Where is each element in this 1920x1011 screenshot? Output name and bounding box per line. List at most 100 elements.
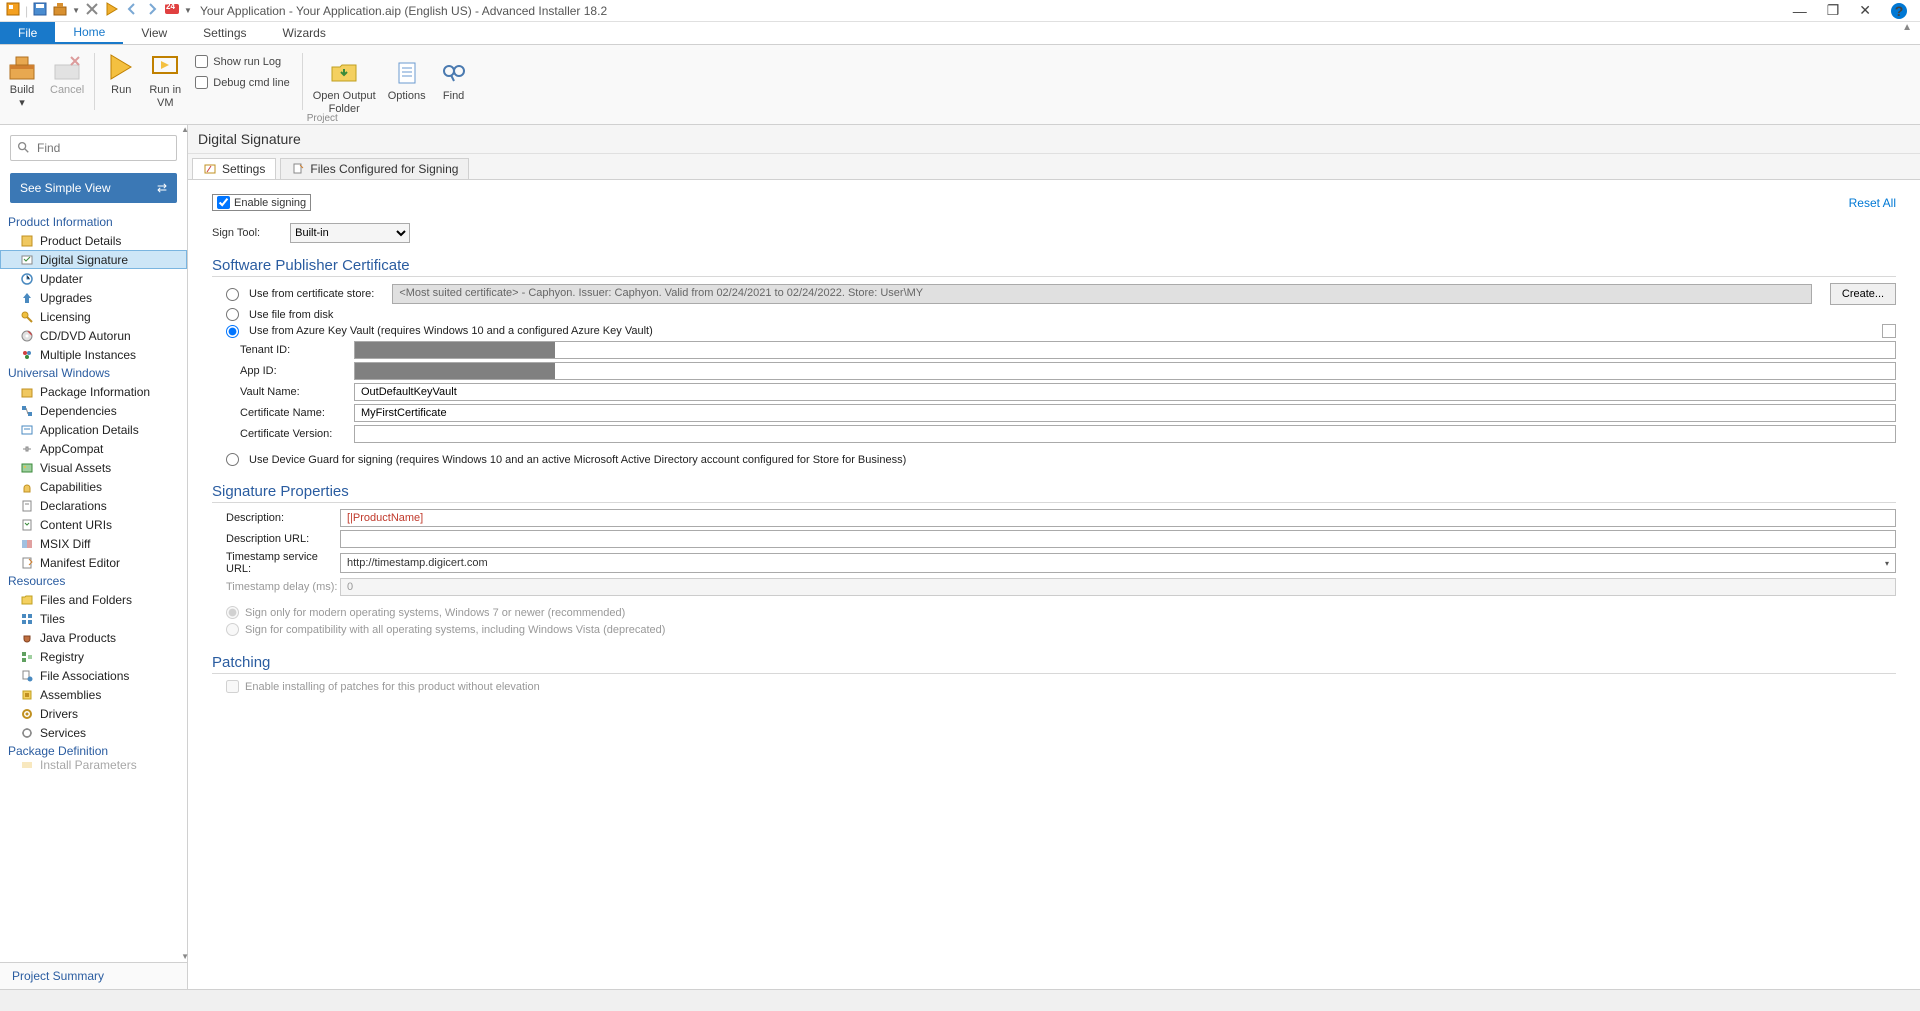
node-manifest-editor[interactable]: Manifest Editor — [0, 553, 187, 572]
run-button[interactable]: Run — [99, 49, 143, 99]
cert-name-label: Certificate Name: — [240, 407, 354, 419]
tab-files-configured[interactable]: Files Configured for Signing — [280, 158, 469, 179]
cancel-build-icon[interactable] — [84, 1, 100, 20]
run-in-vm-button[interactable]: Run in VM — [143, 49, 187, 112]
node-updater[interactable]: Updater — [0, 269, 187, 288]
tab-settings[interactable]: Settings — [192, 158, 276, 179]
close-button[interactable]: ✕ — [1859, 2, 1871, 19]
project-summary-button[interactable]: Project Summary — [0, 962, 187, 989]
cert-name-input[interactable] — [354, 404, 1896, 422]
back-icon[interactable] — [124, 1, 140, 20]
build-button[interactable]: Build▾ — [0, 49, 44, 112]
app-id-input[interactable] — [354, 362, 1896, 380]
menu-home[interactable]: Home — [55, 22, 123, 44]
node-services[interactable]: Services — [0, 723, 187, 742]
node-java-products[interactable]: Java Products — [0, 628, 187, 647]
node-appcompat[interactable]: AppCompat — [0, 439, 187, 458]
tenant-id-input[interactable] — [354, 341, 1896, 359]
timestamp-url-combo[interactable]: http://timestamp.digicert.com▾ — [340, 553, 1896, 573]
forward-icon[interactable] — [144, 1, 160, 20]
node-assemblies[interactable]: Assemblies — [0, 685, 187, 704]
node-package-info[interactable]: Package Information — [0, 382, 187, 401]
qat-more-icon[interactable]: ▼ — [184, 6, 192, 15]
run-icon[interactable] — [104, 1, 120, 20]
node-app-details[interactable]: Application Details — [0, 420, 187, 439]
section-universal: Universal Windows — [0, 364, 187, 382]
options-button[interactable]: Options — [382, 55, 432, 118]
statusbar — [0, 989, 1920, 1011]
create-cert-button[interactable]: Create... — [1830, 283, 1896, 305]
vault-name-input[interactable] — [354, 383, 1896, 401]
radio-cert-store[interactable] — [226, 288, 239, 301]
node-capabilities[interactable]: Capabilities — [0, 477, 187, 496]
ribbon-collapse-icon[interactable]: ▲ — [1902, 22, 1912, 33]
azure-expand-box[interactable] — [1882, 324, 1896, 338]
node-digital-signature[interactable]: Digital Signature — [0, 250, 187, 269]
debug-cmd-checkbox[interactable]: Debug cmd line — [195, 76, 289, 89]
nav-tree: Product Information Product Details Digi… — [0, 209, 187, 962]
scroll-up-icon[interactable]: ▲ — [181, 125, 189, 134]
node-tiles[interactable]: Tiles — [0, 609, 187, 628]
menu-file[interactable]: File — [0, 22, 55, 44]
section-certificate: Software Publisher Certificate — [212, 257, 1896, 277]
menu-view[interactable]: View — [123, 22, 185, 44]
window-title: Your Application - Your Application.aip … — [200, 4, 1793, 18]
titlebar: | ▼ 24 ▼ Your Application - Your Applica… — [0, 0, 1920, 22]
patching-checkbox — [226, 680, 239, 693]
node-visual-assets[interactable]: Visual Assets — [0, 458, 187, 477]
minimize-button[interactable]: — — [1793, 3, 1807, 19]
description-url-label: Description URL: — [226, 533, 340, 545]
enable-signing-checkbox[interactable]: Enable signing — [212, 194, 311, 211]
node-dependencies[interactable]: Dependencies — [0, 401, 187, 420]
cert-version-label: Certificate Version: — [240, 428, 354, 440]
cert-version-input[interactable] — [354, 425, 1896, 443]
node-product-details[interactable]: Product Details — [0, 231, 187, 250]
node-declarations[interactable]: Declarations — [0, 496, 187, 515]
cancel-button[interactable]: Cancel — [44, 49, 90, 99]
description-url-input[interactable] — [340, 530, 1896, 548]
sign-tool-label: Sign Tool: — [212, 227, 260, 239]
sign-tool-select[interactable]: Built-in — [290, 223, 410, 243]
radio-sign-compat — [226, 623, 239, 636]
form-area: Enable signing Reset All Sign Tool: Buil… — [188, 180, 1920, 989]
search-icon — [16, 140, 30, 157]
menu-wizards[interactable]: Wizards — [265, 22, 344, 44]
cert-store-combo[interactable]: <Most suited certificate> - Caphyon. Iss… — [392, 284, 1812, 304]
app-icon — [5, 1, 21, 20]
menu-settings[interactable]: Settings — [185, 22, 264, 44]
node-install-params[interactable]: Install Parameters — [0, 760, 187, 770]
reset-all-link[interactable]: Reset All — [1849, 196, 1896, 210]
description-input[interactable] — [340, 509, 1896, 527]
node-cd-autorun[interactable]: CD/DVD Autorun — [0, 326, 187, 345]
node-files-folders[interactable]: Files and Folders — [0, 590, 187, 609]
tenant-id-label: Tenant ID: — [240, 344, 354, 356]
radio-device-guard[interactable] — [226, 453, 239, 466]
node-msix-diff[interactable]: MSIX Diff — [0, 534, 187, 553]
notification-badge-icon[interactable]: 24 — [164, 1, 180, 20]
node-content-uris[interactable]: Content URIs — [0, 515, 187, 534]
search-box — [10, 135, 177, 161]
open-output-button[interactable]: Open Output Folder — [307, 55, 382, 118]
node-upgrades[interactable]: Upgrades — [0, 288, 187, 307]
timestamp-delay-label: Timestamp delay (ms): — [226, 581, 340, 593]
search-input[interactable] — [10, 135, 177, 161]
radio-azure[interactable] — [226, 325, 239, 338]
save-icon[interactable] — [32, 1, 48, 20]
build-dropdown-icon[interactable]: ▼ — [72, 6, 80, 15]
window-controls: — ❐ ✕ ? — [1793, 2, 1907, 19]
find-button[interactable]: Find — [432, 55, 476, 118]
radio-file-disk[interactable] — [226, 308, 239, 321]
show-run-log-checkbox[interactable]: Show run Log — [195, 55, 289, 68]
help-button[interactable]: ? — [1891, 3, 1907, 19]
simple-view-button[interactable]: See Simple View ⇄ — [10, 173, 177, 203]
node-licensing[interactable]: Licensing — [0, 307, 187, 326]
content-tabs: Settings Files Configured for Signing — [188, 154, 1920, 180]
build-icon[interactable] — [52, 1, 68, 20]
node-drivers[interactable]: Drivers — [0, 704, 187, 723]
app-id-label: App ID: — [240, 365, 354, 377]
node-file-assoc[interactable]: File Associations — [0, 666, 187, 685]
node-registry[interactable]: Registry — [0, 647, 187, 666]
node-multiple-instances[interactable]: Multiple Instances — [0, 345, 187, 364]
swap-icon: ⇄ — [157, 181, 167, 195]
maximize-button[interactable]: ❐ — [1827, 2, 1840, 19]
